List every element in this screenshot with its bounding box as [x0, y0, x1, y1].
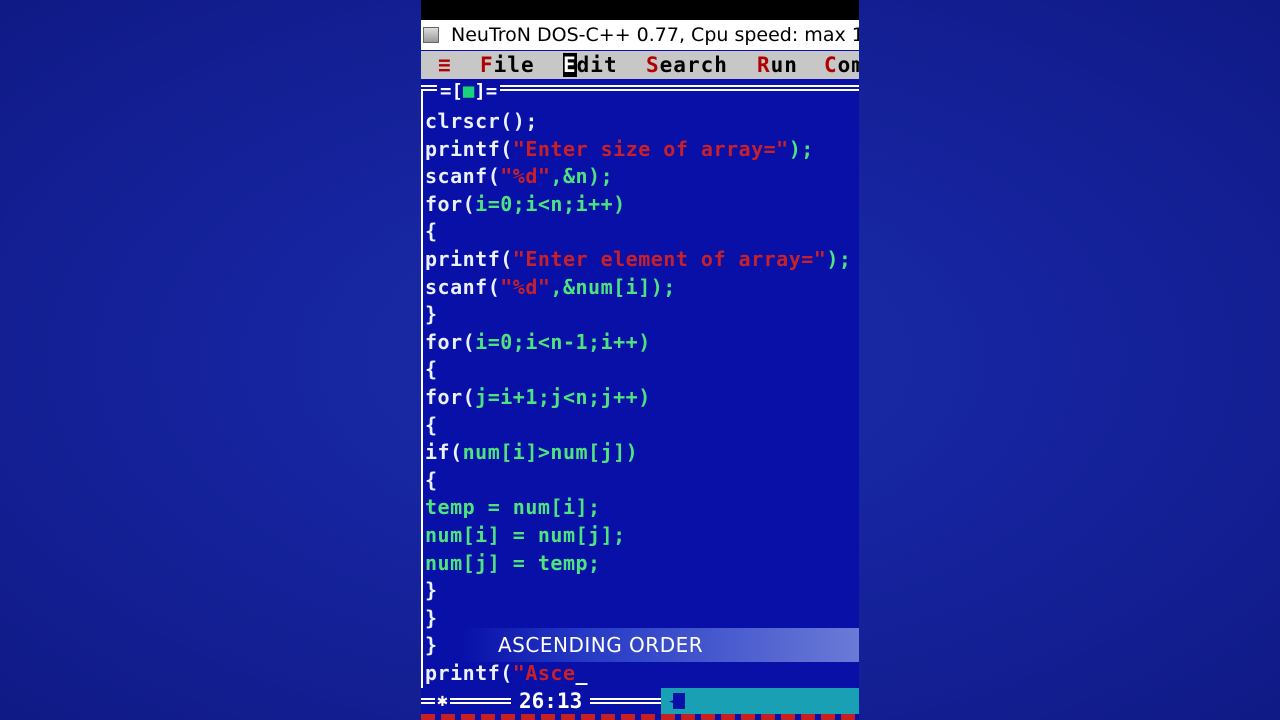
menu-edit-label: dit	[576, 53, 618, 77]
code-line[interactable]: }	[425, 301, 438, 328]
code-token-kw: printf(	[425, 247, 513, 271]
menu-file[interactable]: File	[480, 51, 535, 79]
code-line[interactable]: scanf("%d",&n);	[425, 163, 613, 190]
code-line[interactable]: clrscr();	[425, 108, 538, 135]
close-box-left: =[	[440, 80, 463, 102]
code-line[interactable]: for(i=0;i<n-1;i++)	[425, 329, 651, 356]
code-line[interactable]: {	[425, 356, 438, 383]
code-token-tail: )	[613, 191, 626, 216]
menu-edit-hotkey: E	[563, 53, 577, 77]
code-line[interactable]: {	[425, 412, 438, 439]
menu-compile[interactable]: Com	[824, 51, 859, 79]
code-token-tail: );	[788, 136, 814, 161]
code-token-str: "%d"	[500, 274, 551, 299]
code-token-tail: )	[638, 329, 651, 354]
code-line[interactable]: num[i] = num[j];	[425, 522, 626, 549]
code-token-code: i=0;i<n-1;i++	[475, 329, 639, 354]
close-icon[interactable]: ■	[463, 80, 474, 102]
status-bar: ✱ 26:13 ◄	[421, 688, 859, 714]
scroll-thumb[interactable]	[673, 693, 685, 709]
video-caption: ASCENDING ORDER	[498, 633, 704, 657]
code-token-kw: {	[425, 357, 438, 382]
menu-edit[interactable]: Edit	[563, 51, 618, 79]
code-token-tail: ,&num[i]);	[550, 274, 676, 299]
code-token-kw: scanf(	[425, 164, 501, 189]
code-line[interactable]: printf("Enter size of array=");	[425, 136, 814, 163]
code-token-tail: );	[826, 247, 852, 271]
code-line[interactable]: temp = num[i];	[425, 494, 601, 521]
menu-bar: ≡ File Edit Search Run Com	[421, 51, 859, 79]
bottom-strip	[421, 714, 859, 720]
code-token-code: num[i] = num[j];	[425, 523, 626, 547]
modified-marker-icon: ✱	[435, 688, 450, 714]
editor-frame-left	[421, 90, 423, 690]
menu-file-label: ile	[493, 53, 535, 77]
code-line[interactable]: }	[425, 577, 438, 604]
code-token-str: "%d"	[500, 164, 551, 189]
code-token-code: j=i+1;j<n;j++	[475, 385, 639, 409]
code-token-str: "Enter size of array="	[512, 136, 789, 161]
code-token-kw: scanf(	[425, 274, 501, 299]
code-line[interactable]: for(j=i+1;j<n;j++)	[425, 384, 651, 411]
code-token-code: temp = num[i];	[425, 495, 601, 520]
code-token-tail: _	[575, 661, 589, 685]
code-line[interactable]: {	[425, 218, 438, 245]
code-line[interactable]: scanf("%d",&num[i]);	[425, 274, 676, 301]
code-token-kw: }	[425, 578, 438, 603]
cursor-position: 26:13	[511, 688, 591, 714]
code-line[interactable]: num[j] = temp;	[425, 550, 601, 577]
menu-run[interactable]: Run	[757, 51, 798, 79]
code-token-kw: if(	[425, 440, 463, 465]
code-token-tail: )	[625, 440, 639, 465]
close-box[interactable]: =[■]=	[437, 80, 501, 102]
code-token-code: num[i]>num[j]	[462, 440, 626, 465]
code-token-kw: }	[425, 605, 438, 630]
code-token-kw: }	[425, 302, 438, 327]
code-line[interactable]: }	[425, 632, 438, 659]
code-token-str: "Asce	[512, 661, 576, 685]
horizontal-scrollbar[interactable]: ◄	[661, 688, 859, 714]
menu-file-hotkey: F	[480, 53, 494, 77]
code-token-kw: for(	[425, 385, 476, 409]
code-token-kw: clrscr();	[425, 109, 538, 133]
menu-compile-hotkey: C	[824, 53, 838, 77]
code-token-tail: )	[638, 385, 651, 409]
system-menu-icon[interactable]: ≡	[438, 51, 452, 79]
menu-run-hotkey: R	[757, 53, 771, 77]
top-black-bar	[421, 0, 859, 20]
code-line[interactable]: printf("Enter element of array=");	[425, 246, 851, 273]
code-token-tail: ,&n);	[550, 164, 614, 189]
window-title: NeuTroN DOS-C++ 0.77, Cpu speed: max 100	[451, 24, 859, 46]
code-token-str: "Enter element of array="	[512, 247, 827, 271]
code-token-code: num[j] = temp;	[425, 550, 601, 575]
close-box-right: ]=	[474, 80, 498, 102]
title-bar: NeuTroN DOS-C++ 0.77, Cpu speed: max 100	[421, 20, 859, 50]
app-icon[interactable]	[423, 27, 439, 43]
code-token-kw: {	[425, 219, 438, 244]
code-editor[interactable]: =[■]= clrscr(); printf("Enter size of arr…	[421, 80, 859, 690]
code-token-kw: printf(	[425, 661, 513, 685]
code-line[interactable]: if(num[i]>num[j])	[425, 439, 638, 466]
code-token-kw: }	[425, 633, 438, 658]
menu-search-label: earch	[659, 53, 728, 77]
menu-search[interactable]: Search	[646, 51, 728, 79]
code-line[interactable]: printf("Asce_	[425, 660, 588, 687]
menu-run-label: un	[770, 53, 798, 77]
code-line[interactable]: {	[425, 467, 438, 494]
code-token-kw: {	[425, 412, 438, 437]
code-line[interactable]: for(i=0;i<n;i++)	[425, 191, 626, 218]
menu-search-hotkey: S	[646, 53, 660, 77]
code-line[interactable]: }	[425, 605, 438, 632]
code-token-kw: for(	[425, 191, 476, 216]
code-token-code: i=0;i<n;i++	[475, 191, 614, 216]
code-token-kw: for(	[425, 329, 476, 354]
menu-compile-label: om	[837, 53, 859, 77]
ide-window: NeuTroN DOS-C++ 0.77, Cpu speed: max 100…	[421, 0, 859, 720]
code-token-kw: printf(	[425, 136, 513, 161]
code-token-kw: {	[425, 467, 438, 492]
